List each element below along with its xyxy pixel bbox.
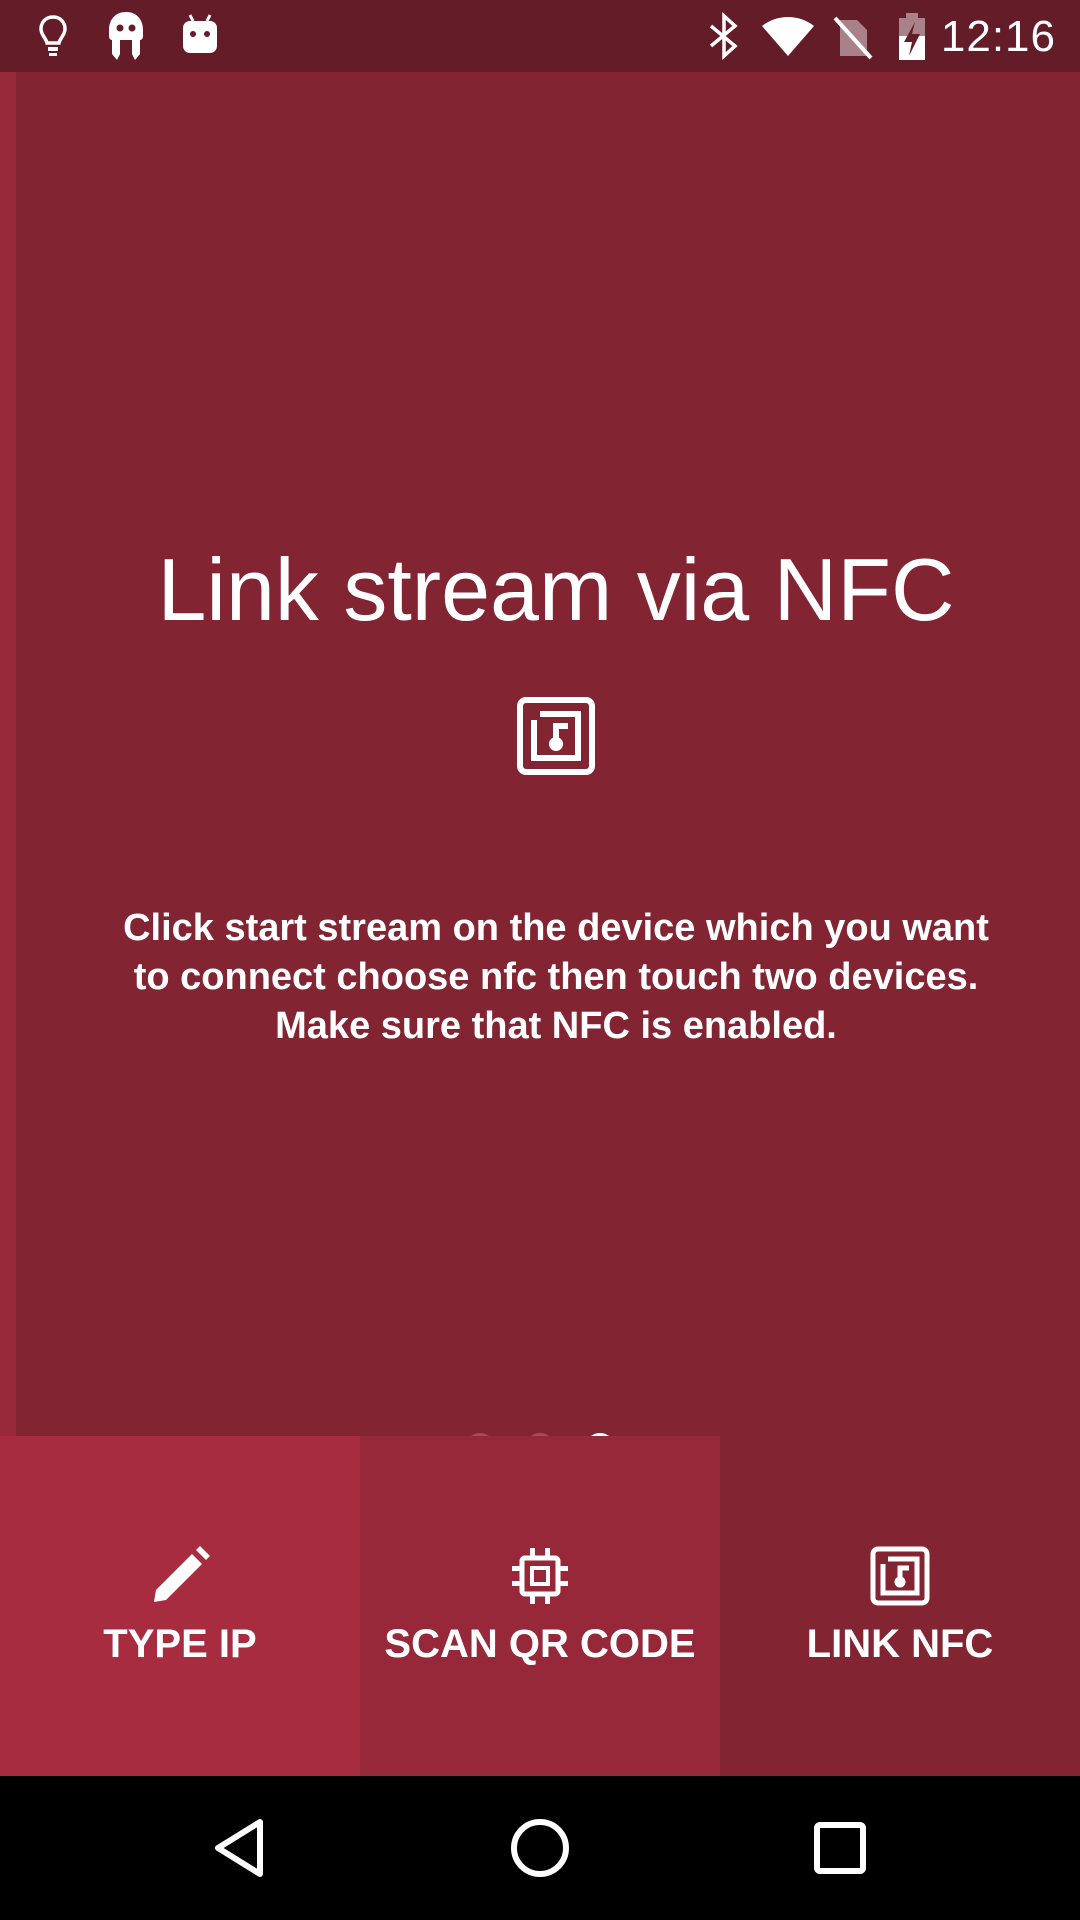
recents-icon [814, 1822, 866, 1874]
wifi-icon [762, 17, 814, 56]
nfc-icon [517, 697, 595, 775]
slide-description: Click start stream on the device which y… [123, 907, 989, 1047]
status-bar: 12:16 [0, 0, 1080, 72]
back-button[interactable] [190, 1798, 290, 1898]
recents-button[interactable] [790, 1798, 890, 1898]
link-nfc-button[interactable]: LINK NFC [720, 1436, 1080, 1776]
action-bar: TYPE IP SCAN QR CODE LINK NFC [0, 1436, 1080, 1776]
type-ip-label: TYPE IP [103, 1622, 257, 1666]
ghost-app-icon [109, 12, 143, 60]
type-ip-button[interactable]: TYPE IP [0, 1436, 360, 1776]
no-sim-icon [833, 16, 873, 60]
pencil-icon [154, 1546, 210, 1602]
navigation-bar [0, 1776, 1080, 1920]
scan-qr-code-button[interactable]: SCAN QR CODE [360, 1436, 720, 1776]
scan-qr-code-label: SCAN QR CODE [384, 1622, 696, 1666]
battery-charging-icon [899, 13, 925, 60]
intro-pager[interactable]: Link stream via NFC Click start stream o… [0, 72, 1080, 1463]
clock: 12:16 [940, 12, 1056, 61]
nfc-icon [870, 1546, 930, 1606]
lightbulb-icon [39, 15, 67, 56]
android-icon [183, 14, 217, 53]
home-button[interactable] [490, 1798, 590, 1898]
link-nfc-label: LINK NFC [806, 1622, 994, 1666]
bluetooth-icon [709, 12, 738, 60]
previous-page-edge [0, 72, 16, 1436]
chip-icon [512, 1548, 568, 1604]
home-icon [511, 1819, 569, 1877]
back-icon [215, 1819, 263, 1877]
slide-title: Link stream via NFC [157, 540, 955, 639]
